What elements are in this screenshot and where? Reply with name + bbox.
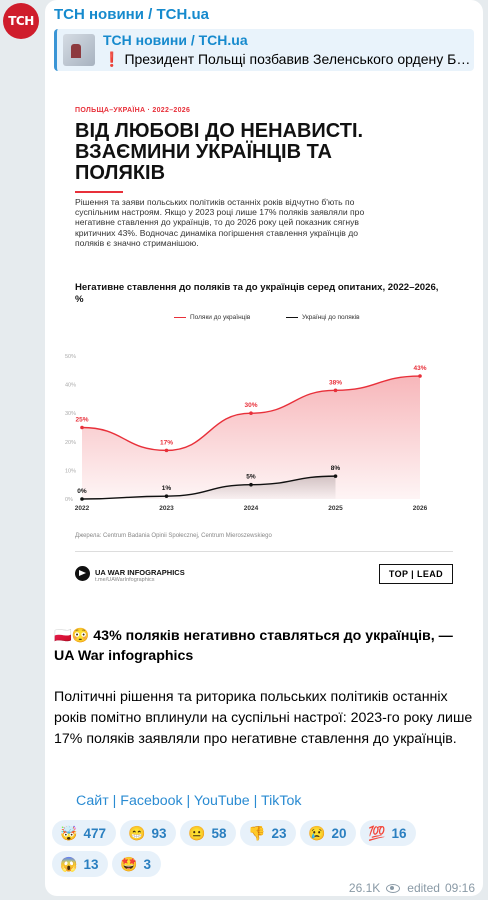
scream-icon: 😱 xyxy=(60,855,78,872)
data-label: 30% xyxy=(244,402,257,409)
message-bubble: ТСН новини / ТСН.ua ТСН новини / ТСН.ua … xyxy=(45,0,483,896)
reply-title: ТСН новини / ТСН.ua xyxy=(103,32,248,48)
message-meta: 26.1K edited 09:16 xyxy=(349,881,475,895)
thumbs-down-icon: 👎 xyxy=(248,824,266,841)
message-headline: 🇵🇱😳 43% поляків негативно ставляться до … xyxy=(54,626,474,666)
x-tick-label: 2025 xyxy=(328,505,343,512)
reaction-count: 93 xyxy=(151,825,167,841)
channel-avatar[interactable]: ТСН xyxy=(3,3,39,39)
data-point xyxy=(164,448,169,453)
data-label: 0% xyxy=(77,488,87,495)
reaction-count: 20 xyxy=(331,825,347,841)
toplead-logo: TOP | LEAD xyxy=(379,564,453,584)
brand-link: t.me/UAWarInfographics xyxy=(95,577,155,583)
data-point xyxy=(249,411,253,415)
link-separator: | xyxy=(182,793,194,809)
data-point xyxy=(80,497,84,501)
chart-title: Негативне ставлення до поляків та до укр… xyxy=(75,282,439,305)
data-point xyxy=(249,482,253,487)
x-tick-label: 2026 xyxy=(413,505,428,512)
data-label: 17% xyxy=(160,439,173,446)
infographic-image[interactable]: ПОЛЬЩА–УКРАЇНА · 2022–2026 ВІД ЛЮБОВІ ДО… xyxy=(54,79,474,615)
telegram-icon xyxy=(75,566,90,581)
y-tick-label: 30% xyxy=(65,411,76,417)
eye-icon xyxy=(386,883,401,893)
x-tick-label: 2024 xyxy=(244,505,259,512)
brand-name: UA WAR INFOGRAPHICS xyxy=(95,568,185,577)
reaction-hundred[interactable]: 💯 16 xyxy=(360,820,417,846)
views-count: 26.1K xyxy=(348,881,381,895)
data-point xyxy=(80,425,84,430)
divider xyxy=(75,551,453,552)
reply-text-content: Президент Польщі позбавив Зеленського ор… xyxy=(124,51,473,67)
link-facebook[interactable]: Facebook xyxy=(120,793,182,809)
infographic-headline: ВІД ЛЮБОВІ ДО НЕНАВИСТІ. ВЗАЄМИНИ УКРАЇН… xyxy=(75,120,364,184)
data-point xyxy=(333,388,338,393)
reaction-exploding-head[interactable]: 🤯 477 xyxy=(52,820,116,846)
legend-label-poles: Поляки до українців xyxy=(190,314,251,321)
flag-emoji: 🇵🇱😳 xyxy=(54,628,90,644)
reaction-thumbs-down[interactable]: 👎 23 xyxy=(240,820,297,846)
data-point xyxy=(164,494,169,498)
data-label: 43% xyxy=(413,365,426,372)
reaction-count: 16 xyxy=(391,825,407,841)
channel-name[interactable]: ТСН новини / ТСН.ua xyxy=(54,6,209,23)
line-chart: 0% 10% 20% 30% 40% 50% 25% 17% 30% 38% 43% 0% 1% 5% 8%… xyxy=(65,354,428,512)
headline-underline xyxy=(75,191,123,193)
reaction-count: 3 xyxy=(143,856,151,872)
data-label: 5% xyxy=(246,474,256,481)
data-point xyxy=(418,374,422,378)
message-headline-text: 43% поляків негативно ставляться до укра… xyxy=(54,628,453,664)
y-tick-label: 40% xyxy=(65,383,76,389)
reaction-count: 58 xyxy=(211,825,227,841)
reaction-scream[interactable]: 😱 13 xyxy=(52,851,109,877)
exclamation-icon: ❗ xyxy=(103,51,121,67)
y-tick-label: 20% xyxy=(65,440,76,446)
exploding-head-icon: 🤯 xyxy=(60,824,78,841)
legend-label-ukrainians: Українці до поляків xyxy=(302,314,360,321)
reaction-count: 477 xyxy=(83,825,106,841)
y-tick-label: 50% xyxy=(65,354,76,360)
reaction-crying[interactable]: 😢 20 xyxy=(300,820,357,846)
reaction-grin[interactable]: 😁 93 xyxy=(120,820,177,846)
y-tick-label: 10% xyxy=(65,468,76,474)
edited-label: edited xyxy=(407,881,440,895)
reaction-star-struck[interactable]: 🤩 3 xyxy=(112,851,161,877)
data-label: 38% xyxy=(329,379,342,386)
infographic-body: Рішення та заяви польських політиків ост… xyxy=(75,197,365,248)
message-body: Політичні рішення та риторика польських … xyxy=(54,689,473,747)
legend-item-poles: Поляки до українців xyxy=(174,314,250,321)
reply-preview[interactable]: ТСН новини / ТСН.ua ❗ Президент Польщі по… xyxy=(54,29,474,71)
legend-swatch-ukrainians xyxy=(286,317,298,318)
x-tick-label: 2022 xyxy=(75,505,90,512)
link-youtube[interactable]: YouTube xyxy=(194,793,250,809)
chart-source: Джерела: Centrum Badania Opinii Społeczn… xyxy=(75,533,272,539)
neutral-face-icon: 😐 xyxy=(188,824,206,841)
reply-thumbnail xyxy=(63,34,95,66)
reaction-neutral[interactable]: 😐 58 xyxy=(180,820,237,846)
reaction-count: 13 xyxy=(83,856,99,872)
social-links: Сайт | Facebook | YouTube | TikTok xyxy=(76,793,301,809)
legend-item-ukrainians: Українці до поляків xyxy=(286,314,360,321)
data-point xyxy=(333,474,338,478)
data-label: 25% xyxy=(75,417,88,424)
hundred-icon: 💯 xyxy=(368,824,386,841)
reaction-count: 23 xyxy=(271,825,287,841)
grin-icon: 😁 xyxy=(128,824,146,841)
infographic-kicker: ПОЛЬЩА–УКРАЇНА · 2022–2026 xyxy=(75,107,191,114)
data-label: 1% xyxy=(162,485,172,492)
star-struck-icon: 🤩 xyxy=(120,855,138,872)
x-tick-label: 2023 xyxy=(159,505,174,512)
message-time: 09:16 xyxy=(444,881,475,895)
crying-face-icon: 😢 xyxy=(308,824,326,841)
reply-text: ❗ Президент Польщі позбавив Зеленського о… xyxy=(103,51,473,68)
legend-swatch-poles xyxy=(174,317,186,318)
link-separator: | xyxy=(249,793,261,809)
data-label: 8% xyxy=(331,465,341,472)
link-tiktok[interactable]: TikTok xyxy=(261,793,301,809)
y-tick-label: 0% xyxy=(65,497,73,503)
link-separator: | xyxy=(108,793,121,809)
link-site[interactable]: Сайт xyxy=(76,793,109,809)
